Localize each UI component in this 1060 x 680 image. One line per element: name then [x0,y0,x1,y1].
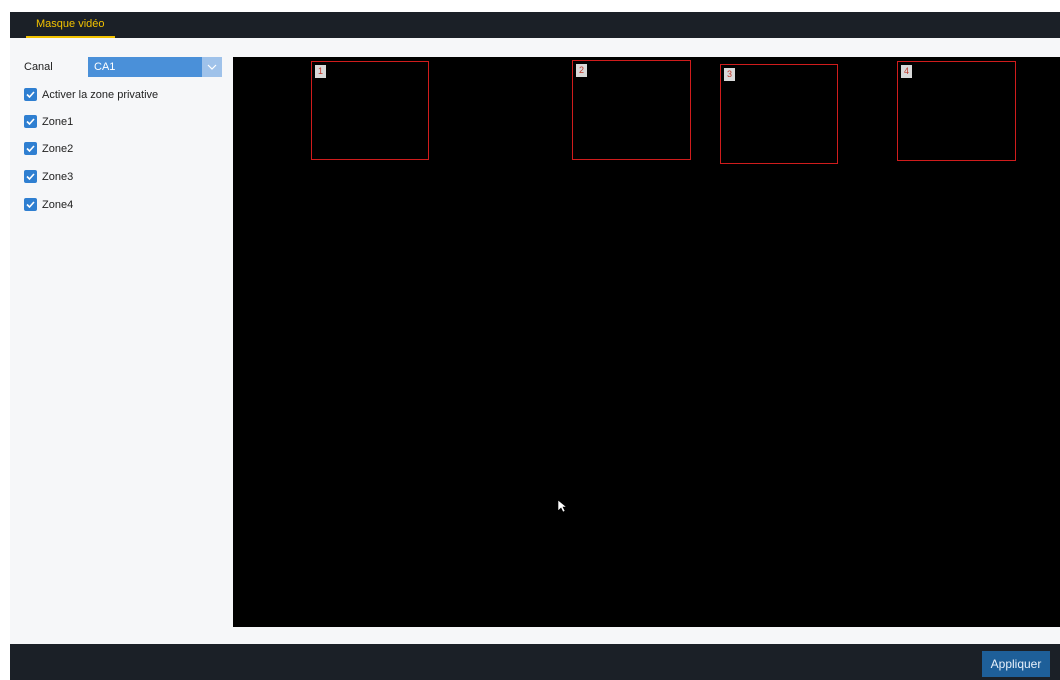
channel-label: Canal [24,61,53,73]
video-preview[interactable]: 1 2 3 4 [233,57,1060,627]
enable-privacy-checkbox[interactable] [24,88,37,101]
zone4-label: Zone4 [42,198,74,211]
zone-number-4: 4 [901,65,912,78]
privacy-zone-3[interactable]: 3 [720,64,838,164]
channel-select[interactable]: CA1 [88,57,222,77]
zone-number-2: 2 [576,64,587,77]
main-content: Canal CA1 Activer la zone privative Zone… [10,38,1060,644]
enable-privacy-row[interactable]: Activer la zone privative [24,88,158,101]
zone3-checkbox[interactable] [24,170,37,183]
zone1-row[interactable]: Zone1 [24,115,73,128]
checkmark-icon [26,118,35,125]
tab-masque-video[interactable]: Masque vidéo [26,12,115,38]
privacy-zone-2[interactable]: 2 [572,60,691,160]
channel-select-value: CA1 [94,61,116,73]
footer-bar: Appliquer [10,644,1060,680]
enable-privacy-label: Activer la zone privative [42,88,159,101]
zone4-row[interactable]: Zone4 [24,198,73,211]
zone2-label: Zone2 [42,142,74,155]
checkmark-icon [26,91,35,98]
zone1-checkbox[interactable] [24,115,37,128]
privacy-zone-4[interactable]: 4 [897,61,1016,161]
privacy-zone-1[interactable]: 1 [311,61,429,160]
zone2-checkbox[interactable] [24,142,37,155]
zone-number-1: 1 [315,65,326,78]
chevron-down-icon[interactable] [202,57,222,77]
zone-number-3: 3 [724,68,735,81]
checkmark-icon [26,145,35,152]
apply-button[interactable]: Appliquer [982,651,1050,677]
zone2-row[interactable]: Zone2 [24,142,73,155]
channel-row: Canal CA1 [24,57,222,77]
checkmark-icon [26,201,35,208]
zone3-label: Zone3 [42,170,74,183]
tab-bar: Masque vidéo [10,12,1060,38]
zone3-row[interactable]: Zone3 [24,170,73,183]
zone4-checkbox[interactable] [24,198,37,211]
mouse-cursor-icon [557,499,567,513]
checkmark-icon [26,173,35,180]
zone1-label: Zone1 [42,115,74,128]
settings-panel: Canal CA1 Activer la zone privative Zone… [10,38,230,644]
top-strip [0,0,1060,12]
left-gutter [0,12,10,680]
